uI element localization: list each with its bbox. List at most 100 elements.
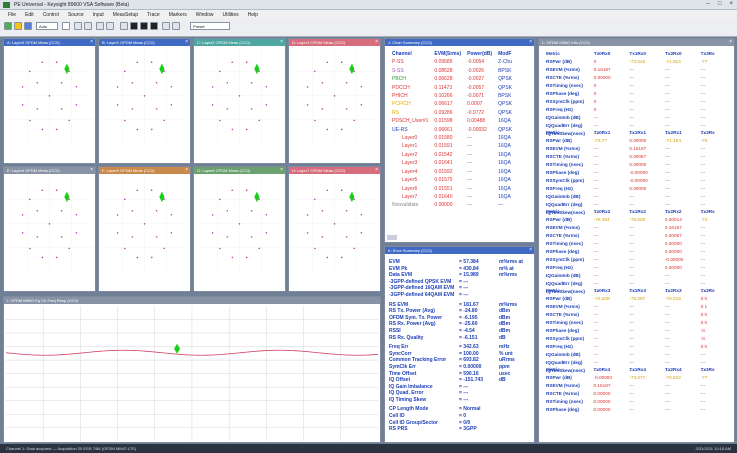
eq-freq-resp-panel[interactable]: I: OFDM MIMO Eq Ch Freq Resp (CC0): [3, 296, 381, 443]
col-header[interactable]: Tx0Rx2: [592, 209, 626, 215]
panel-title-bar[interactable]: J: Chan Summary (CC0) ×: [385, 39, 534, 46]
menu-file[interactable]: File: [8, 12, 16, 18]
panel-close-icon[interactable]: ×: [90, 39, 93, 46]
col-header[interactable]: ModF: [496, 51, 514, 57]
panel-close-icon[interactable]: ×: [280, 167, 283, 174]
grid3-button[interactable]: [150, 22, 158, 30]
col-header[interactable]: Tx1Rx3: [627, 288, 661, 294]
menu-help[interactable]: Help: [248, 12, 258, 18]
panel-title-bar[interactable]: A: Layer0 OFDM Meas (CC0) ×: [4, 39, 95, 46]
maximize-button[interactable]: □: [718, 1, 722, 7]
layout-button[interactable]: [84, 22, 92, 30]
panel-close-icon[interactable]: ×: [729, 39, 732, 46]
col-header[interactable]: Channel: [390, 51, 430, 57]
panel-title-bar[interactable]: C: Layer2 OFDM Meas (CC0) ×: [194, 39, 285, 46]
col-header[interactable]: Metric: [544, 130, 590, 136]
restart-button[interactable]: [24, 22, 32, 30]
panel-close-icon[interactable]: ×: [185, 39, 188, 46]
panel-close-icon[interactable]: ×: [529, 39, 532, 46]
close-button[interactable]: ×: [729, 1, 733, 7]
minimize-button[interactable]: –: [707, 1, 710, 7]
menu-trace[interactable]: Trace: [147, 12, 160, 18]
panel-title-bar[interactable]: K: Error Summary (CC0) ×: [385, 247, 534, 254]
panel-close-icon[interactable]: ×: [280, 39, 283, 46]
panel-title-bar[interactable]: G: Layer6 OFDM Meas (CC0) ×: [194, 167, 285, 174]
col-header[interactable]: Metric: [544, 209, 590, 215]
col-header[interactable]: Tx2Rx0: [663, 51, 697, 57]
menu-utilities[interactable]: Utilities: [223, 12, 239, 18]
panel-title-bar[interactable]: L: OFDM MIMO Info (CC0) ×: [539, 39, 734, 46]
col-header[interactable]: Tx2Rx2: [663, 209, 697, 215]
col-header[interactable]: Tx2Rx4: [663, 367, 697, 373]
tile-button[interactable]: [74, 22, 82, 30]
panel-close-icon[interactable]: ×: [375, 39, 378, 46]
constellation-plot[interactable]: [6, 176, 93, 272]
col-header[interactable]: Metric: [544, 367, 590, 373]
col-header[interactable]: Tx1Rx4: [627, 367, 661, 373]
col-header[interactable]: Tx3Rx: [699, 367, 732, 373]
col-header[interactable]: Power(dB): [465, 51, 494, 57]
panel-title-bar[interactable]: F: Layer5 OFDM Meas (CC0) ×: [99, 167, 190, 174]
col-header[interactable]: Tx2Rx3: [663, 288, 697, 294]
eq-freq-resp-plot[interactable]: [6, 306, 378, 442]
col-header[interactable]: Tx3Rx: [699, 51, 732, 57]
zoom-button[interactable]: [162, 22, 170, 30]
grid2-button[interactable]: [140, 22, 148, 30]
menu-control[interactable]: Control: [43, 12, 59, 18]
menu-source[interactable]: Source: [68, 12, 84, 18]
menu-input[interactable]: Input: [93, 12, 104, 18]
constellation-plot[interactable]: [6, 48, 93, 144]
panel-close-icon[interactable]: ×: [185, 167, 188, 174]
panel-title-bar[interactable]: B: Layer1 OFDM Meas (CC0) ×: [99, 39, 190, 46]
constellation-panel[interactable]: H: Layer7 OFDM Meas (CC0) ×: [288, 166, 381, 292]
col-header[interactable]: Tx0Rx4: [592, 367, 626, 373]
pan-button[interactable]: [172, 22, 180, 30]
preset-select[interactable]: Preset: [190, 22, 230, 30]
error-summary-panel[interactable]: K: Error Summary (CC0) × EVM = 57.384 m%rm…: [384, 246, 535, 443]
pause-button[interactable]: [14, 22, 22, 30]
menu-markers[interactable]: Markers: [169, 12, 187, 18]
col-header[interactable]: Tx3Rx: [699, 288, 732, 294]
autoscale-button[interactable]: [120, 22, 128, 30]
constellation-plot[interactable]: [291, 48, 378, 144]
panel-title-bar[interactable]: D: Layer3 OFDM Meas (CC0) ×: [289, 39, 380, 46]
grid-button[interactable]: [130, 22, 138, 30]
col-header[interactable]: Tx3Rx: [699, 130, 732, 136]
col-header[interactable]: Metric: [544, 51, 590, 57]
col-header[interactable]: Tx0Rx1: [592, 130, 626, 136]
run-button[interactable]: [4, 22, 12, 30]
col-header[interactable]: Tx1Rx1: [627, 130, 661, 136]
panel-title-bar[interactable]: I: OFDM MIMO Eq Ch Freq Resp (CC0): [4, 297, 380, 304]
panel-title-bar[interactable]: H: Layer7 OFDM Meas (CC0) ×: [289, 167, 380, 174]
col-header[interactable]: Tx2Rx1: [663, 130, 697, 136]
panel-close-icon[interactable]: ×: [375, 167, 378, 174]
chan-summary-panel[interactable]: J: Chan Summary (CC0) × Channel EVM(Srms…: [384, 38, 535, 243]
constellation-panel[interactable]: E: Layer4 OFDM Meas (CC0) ×: [3, 166, 96, 292]
menu-window[interactable]: Window: [196, 12, 214, 18]
constellation-plot[interactable]: [101, 176, 188, 272]
peak-button[interactable]: [106, 22, 114, 30]
col-header[interactable]: Metric: [544, 288, 590, 294]
constellation-plot[interactable]: [291, 176, 378, 272]
panel-title-bar[interactable]: E: Layer4 OFDM Meas (CC0) ×: [4, 167, 95, 174]
constellation-panel[interactable]: B: Layer1 OFDM Meas (CC0) ×: [98, 38, 191, 164]
col-header[interactable]: Tx0Rx3: [592, 288, 626, 294]
constellation-panel[interactable]: C: Layer2 OFDM Meas (CC0) ×: [193, 38, 286, 164]
col-header[interactable]: Tx3Rx: [699, 209, 732, 215]
col-header[interactable]: Tx1Rx2: [627, 209, 661, 215]
constellation-plot[interactable]: [196, 48, 283, 144]
scroll-grip[interactable]: [387, 235, 397, 240]
constellation-panel[interactable]: D: Layer3 OFDM Meas (CC0) ×: [288, 38, 381, 164]
col-header[interactable]: Tx1Rx0: [627, 51, 661, 57]
constellation-panel[interactable]: G: Layer6 OFDM Meas (CC0) ×: [193, 166, 286, 292]
constellation-panel[interactable]: F: Layer5 OFDM Meas (CC0) ×: [98, 166, 191, 292]
marker-button[interactable]: [96, 22, 104, 30]
mimo-info-panel[interactable]: L: OFDM MIMO Info (CC0) × Metric Tx0Rx0 Tx…: [538, 38, 735, 443]
panel-close-icon[interactable]: ×: [529, 247, 532, 254]
constellation-plot[interactable]: [101, 48, 188, 144]
menu-meassetup[interactable]: MeasSetup: [113, 12, 138, 18]
panel-close-icon[interactable]: ×: [90, 167, 93, 174]
single-button[interactable]: [62, 22, 70, 30]
range-select[interactable]: Auto: [36, 22, 58, 30]
col-header[interactable]: EVM(Srms): [432, 51, 463, 57]
